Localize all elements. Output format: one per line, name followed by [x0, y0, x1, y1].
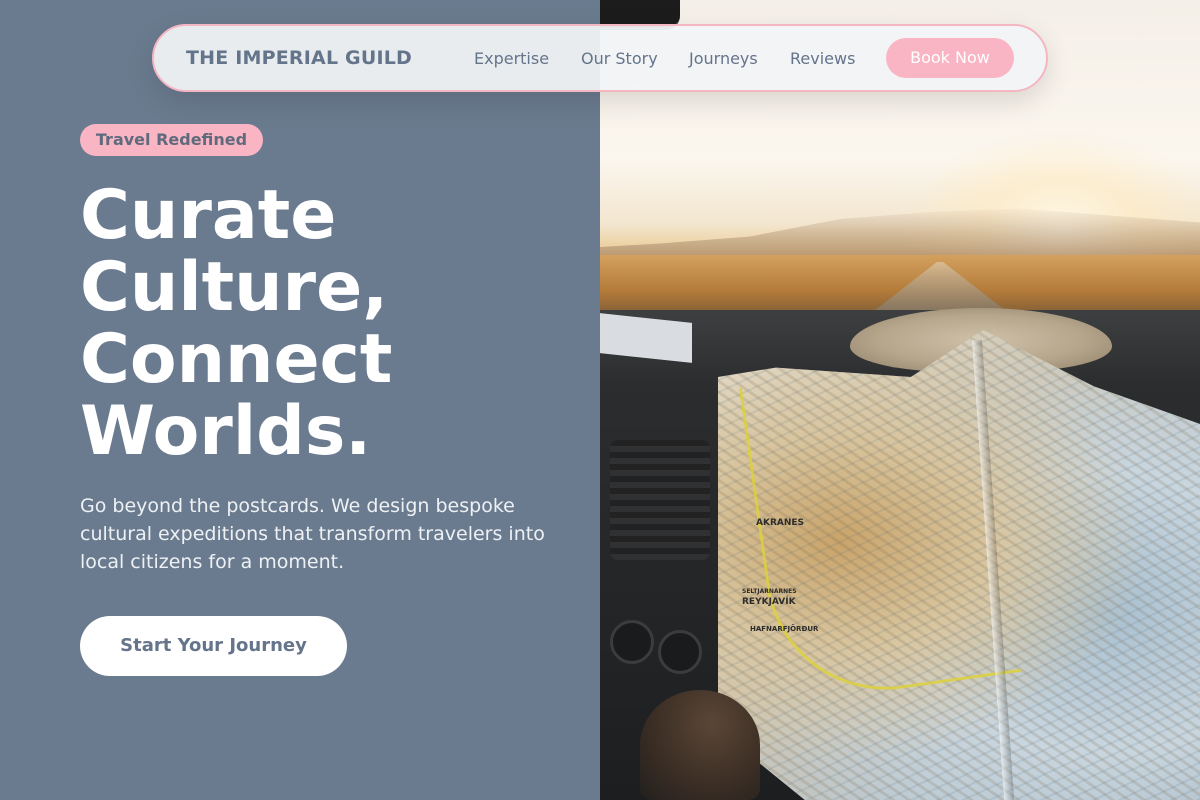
map-label: AKRANES: [756, 518, 804, 528]
hero-image: AKRANES REYKJAVÍK HAFNARFJÖRÐUR SELTJARN…: [600, 0, 1200, 800]
hero-subtext: Go beyond the postcards. We design bespo…: [80, 495, 545, 573]
air-vent: [610, 440, 710, 560]
headline-line: Curate: [80, 176, 337, 255]
start-journey-button[interactable]: Start Your Journey: [80, 616, 347, 676]
dial-knob: [610, 620, 654, 664]
hand: [640, 690, 760, 800]
map-label: REYKJAVÍK: [742, 597, 796, 607]
book-now-button[interactable]: Book Now: [886, 38, 1014, 78]
nav-link-journeys[interactable]: Journeys: [689, 49, 758, 68]
navbar: THE IMPERIAL GUILD Expertise Our Story J…: [152, 24, 1048, 92]
nav-link-our-story[interactable]: Our Story: [581, 49, 658, 68]
hero-headline: Curate Culture, Connect Worlds.: [80, 180, 580, 468]
nav-link-reviews[interactable]: Reviews: [790, 49, 855, 68]
map-label: SELTJARNARNES: [742, 588, 797, 595]
dial-knob: [658, 630, 702, 674]
headline-line: Connect: [80, 320, 393, 399]
brand-logo[interactable]: THE IMPERIAL GUILD: [186, 47, 412, 69]
hero-badge: Travel Redefined: [80, 124, 263, 156]
map-label: HAFNARFJÖRÐUR: [750, 625, 819, 633]
headline-line: Worlds.: [80, 392, 372, 471]
headline-line: Culture,: [80, 248, 389, 327]
nav-link-expertise[interactable]: Expertise: [474, 49, 549, 68]
